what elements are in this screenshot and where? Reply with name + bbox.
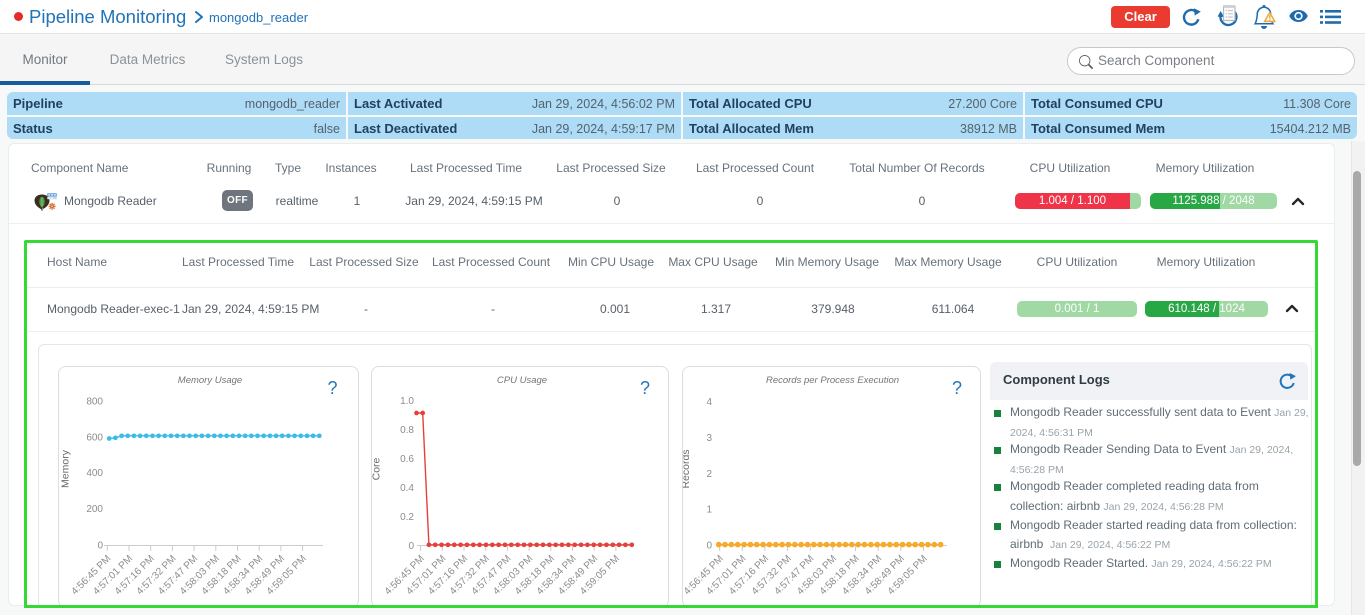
svg-text:0: 0 <box>97 541 103 552</box>
svg-text:800: 800 <box>86 397 103 408</box>
svg-text:200: 200 <box>86 504 103 515</box>
svg-text:0.6: 0.6 <box>400 454 414 465</box>
svg-text:Core: Core <box>372 457 383 480</box>
svg-text:CPU Usage: CPU Usage <box>497 375 547 386</box>
svg-text:?: ? <box>640 378 650 398</box>
svg-text:1: 1 <box>706 505 712 516</box>
svg-text:4: 4 <box>706 397 712 408</box>
svg-text:400: 400 <box>86 468 103 479</box>
svg-text:?: ? <box>952 378 962 398</box>
svg-text:Records: Records <box>683 449 692 488</box>
svg-text:Memory: Memory <box>60 449 72 488</box>
svg-text:3: 3 <box>706 433 712 444</box>
svg-text:2: 2 <box>706 469 712 480</box>
svg-text:1.0: 1.0 <box>400 396 414 407</box>
svg-text:0.8: 0.8 <box>400 425 414 436</box>
svg-text:0.4: 0.4 <box>400 483 414 494</box>
svg-text:0.2: 0.2 <box>400 512 414 523</box>
svg-text:600: 600 <box>86 432 103 443</box>
svg-text:Memory Usage: Memory Usage <box>178 375 242 386</box>
svg-text:Records per Process Execution: Records per Process Execution <box>766 375 899 386</box>
svg-text:0: 0 <box>408 541 414 552</box>
svg-text:0: 0 <box>706 541 712 552</box>
svg-text:?: ? <box>327 378 337 398</box>
